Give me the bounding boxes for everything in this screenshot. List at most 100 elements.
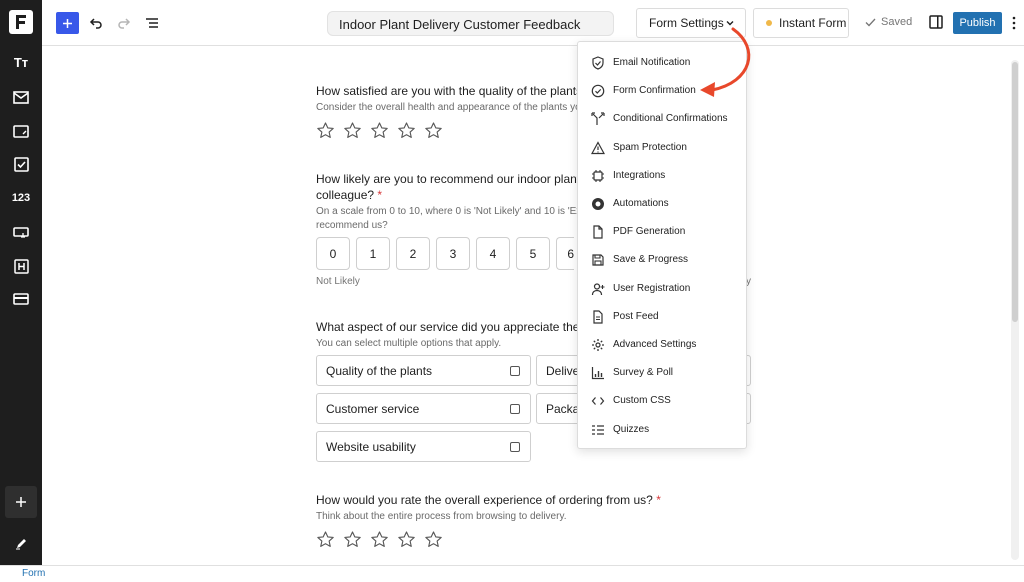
question-1-title: How satisfied are you with the quality o… bbox=[316, 84, 599, 98]
scrollbar-thumb[interactable] bbox=[1012, 62, 1018, 322]
checkbox-icon[interactable] bbox=[0, 150, 42, 178]
nps-option[interactable]: 2 bbox=[396, 237, 430, 270]
rating-1 bbox=[316, 121, 443, 145]
add-block-toggle[interactable] bbox=[56, 12, 79, 34]
question-1-help: Consider the overall health and appearan… bbox=[316, 102, 587, 113]
nps-option[interactable]: 3 bbox=[436, 237, 470, 270]
checkbox[interactable] bbox=[510, 404, 520, 414]
option-label: Customer service bbox=[326, 401, 420, 416]
post-icon bbox=[593, 310, 603, 324]
star-icon[interactable] bbox=[397, 530, 416, 554]
menu-item-label: Form Confirmation bbox=[613, 85, 696, 97]
question-2-help: On a scale from 0 to 10, where 0 is 'Not… bbox=[316, 206, 585, 217]
breadcrumb[interactable]: Form bbox=[22, 568, 45, 579]
menu-item-post-feed[interactable]: Post Feed bbox=[578, 303, 746, 331]
nps-option[interactable]: 0 bbox=[316, 237, 350, 270]
warning-icon bbox=[591, 140, 605, 154]
menu-item-label: Quizzes bbox=[613, 423, 650, 435]
menu-item-survey-poll[interactable]: Survey & Poll bbox=[578, 359, 746, 387]
heading-icon[interactable] bbox=[0, 252, 42, 280]
gear-icon bbox=[592, 339, 604, 351]
settings-panel-icon[interactable] bbox=[928, 14, 944, 30]
checkbox[interactable] bbox=[510, 442, 520, 452]
check-icon bbox=[865, 18, 876, 26]
input-icon[interactable] bbox=[0, 218, 42, 246]
app-logo[interactable] bbox=[9, 10, 33, 34]
menu-item-integrations[interactable]: Integrations bbox=[578, 162, 746, 190]
add-block-button[interactable] bbox=[5, 486, 37, 518]
block-sidebar: Tт 123 bbox=[0, 0, 42, 582]
status-bar: Form bbox=[0, 565, 1024, 582]
question-2-title: How likely are you to recommend our indo… bbox=[316, 172, 597, 186]
instant-form-button[interactable]: Instant Form bbox=[753, 8, 849, 38]
card-icon[interactable] bbox=[0, 285, 42, 313]
menu-item-form-confirmation[interactable]: Form Confirmation bbox=[578, 77, 746, 105]
chevron-down-icon bbox=[726, 21, 734, 26]
textarea-icon[interactable] bbox=[0, 117, 42, 145]
form-settings-menu: Email Notification Form Confirmation Condi… bbox=[577, 41, 747, 449]
question-2-text: colleague? bbox=[316, 188, 375, 202]
nps-scale: 0123456 bbox=[316, 237, 574, 270]
mail-icon[interactable] bbox=[0, 83, 42, 111]
question-4-help: Think about the entire process from brow… bbox=[316, 511, 567, 522]
menu-item-label: Post Feed bbox=[613, 310, 659, 322]
nps-option[interactable]: 6 bbox=[556, 237, 574, 270]
automation-icon bbox=[592, 198, 604, 210]
publish-button[interactable]: Publish bbox=[953, 12, 1002, 34]
option-customer-service[interactable]: Customer service bbox=[316, 393, 531, 424]
menu-item-spam-protection[interactable]: Spam Protection bbox=[578, 134, 746, 162]
menu-item-label: Conditional Confirmations bbox=[613, 113, 728, 125]
nps-option[interactable]: 4 bbox=[476, 237, 510, 270]
star-icon[interactable] bbox=[343, 530, 362, 554]
menu-item-quizzes[interactable]: Quizzes bbox=[578, 416, 746, 444]
option-label: Packa bbox=[546, 401, 580, 416]
menu-item-custom-css[interactable]: Custom CSS bbox=[578, 387, 746, 415]
menu-item-user-registration[interactable]: User Registration bbox=[578, 275, 746, 303]
more-options-icon[interactable] bbox=[1007, 12, 1021, 34]
status-dot bbox=[766, 20, 772, 26]
required-marker: * bbox=[656, 493, 661, 507]
document-overview-icon[interactable] bbox=[142, 13, 162, 33]
question-3-help: You can select multiple options that app… bbox=[316, 338, 502, 349]
question-4-text: How would you rate the overall experienc… bbox=[316, 493, 653, 507]
form-title-field[interactable]: Indoor Plant Delivery Customer Feedback bbox=[327, 11, 614, 36]
saved-status: Saved bbox=[865, 16, 912, 28]
user-add-icon bbox=[591, 282, 605, 295]
document-icon bbox=[593, 225, 603, 239]
form-settings-button[interactable]: Form Settings bbox=[636, 8, 746, 38]
menu-item-save-progress[interactable]: Save & Progress bbox=[578, 246, 746, 274]
star-icon[interactable] bbox=[370, 530, 389, 554]
menu-item-advanced-settings[interactable]: Advanced Settings bbox=[578, 331, 746, 359]
option-quality-of-plants[interactable]: Quality of the plants bbox=[316, 355, 531, 386]
checkbox[interactable] bbox=[510, 366, 520, 376]
rating-4 bbox=[316, 530, 443, 554]
menu-item-conditional-confirmations[interactable]: Conditional Confirmations bbox=[578, 105, 746, 133]
menu-item-email-notification[interactable]: Email Notification bbox=[578, 49, 746, 77]
star-icon[interactable] bbox=[397, 121, 416, 145]
menu-item-automations[interactable]: Automations bbox=[578, 190, 746, 218]
form-editor: Tт 123 Indoor Plant Delivery Customer Fe… bbox=[0, 0, 1024, 582]
quiz-icon bbox=[592, 424, 604, 435]
star-icon[interactable] bbox=[316, 530, 335, 554]
star-icon[interactable] bbox=[316, 121, 335, 145]
pen-icon[interactable] bbox=[0, 530, 42, 558]
menu-item-label: User Registration bbox=[613, 282, 691, 294]
star-icon[interactable] bbox=[343, 121, 362, 145]
star-icon[interactable] bbox=[424, 530, 443, 554]
option-website-usability[interactable]: Website usability bbox=[316, 431, 531, 462]
number-icon[interactable]: 123 bbox=[0, 184, 42, 212]
question-2-help-line2: recommend us? bbox=[316, 220, 388, 231]
menu-item-label: Email Notification bbox=[613, 57, 691, 68]
star-icon[interactable] bbox=[424, 121, 443, 145]
undo-icon[interactable] bbox=[86, 13, 106, 33]
star-icon[interactable] bbox=[370, 121, 389, 145]
nps-option[interactable]: 1 bbox=[356, 237, 390, 270]
redo-icon[interactable] bbox=[114, 13, 134, 33]
instant-form-label: Instant Form bbox=[779, 16, 847, 30]
menu-item-pdf-generation[interactable]: PDF Generation bbox=[578, 218, 746, 246]
nps-option[interactable]: 5 bbox=[516, 237, 550, 270]
question-2-title-line2: colleague? * bbox=[316, 187, 382, 203]
text-format-icon[interactable]: Tт bbox=[0, 48, 42, 76]
required-marker: * bbox=[377, 188, 383, 202]
question-3-title: What aspect of our service did you appre… bbox=[316, 320, 593, 334]
